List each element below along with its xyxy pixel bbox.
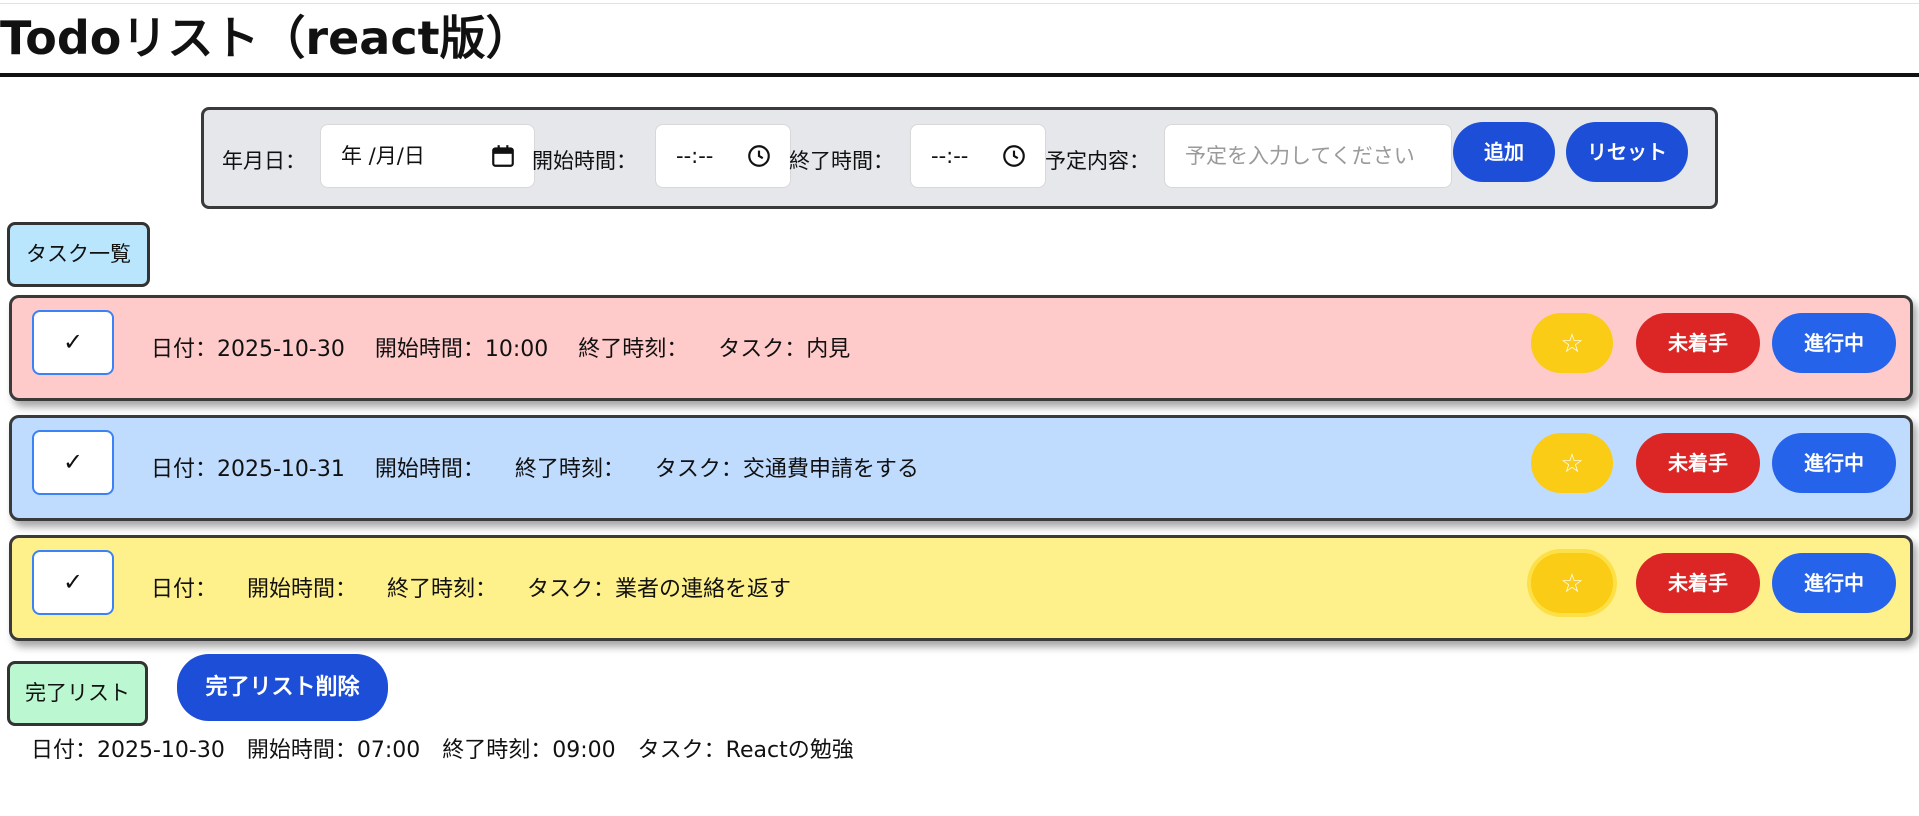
- star-button[interactable]: ☆: [1531, 313, 1613, 373]
- date-input-text: 年 /月/日: [341, 144, 425, 168]
- task-start-time: 開始時間：: [247, 577, 358, 602]
- task-date: 日付：: [151, 577, 218, 602]
- content-label: 予定内容：: [1045, 149, 1150, 173]
- clock-icon[interactable]: [1001, 143, 1027, 169]
- start-time-input[interactable]: --:--: [655, 124, 791, 188]
- task-end-time: 終了時刻：: [514, 457, 625, 482]
- calendar-icon[interactable]: [490, 143, 516, 169]
- task-content: タスク：業者の連絡を返す: [527, 577, 792, 602]
- not-started-button[interactable]: 未着手: [1636, 433, 1760, 493]
- task-details: 日付： 開始時間： 終了時刻： タスク：業者の連絡を返す: [151, 577, 821, 603]
- task-card: ✓ 日付： 開始時間： 終了時刻： タスク：業者の連絡を返す ☆ 未着手 進行中: [9, 535, 1913, 641]
- top-border: [0, 3, 1919, 4]
- task-details: 日付：2025-10-30 開始時間：10:00 終了時刻： タスク：内見: [151, 337, 880, 363]
- end-time-label: 終了時間：: [789, 149, 894, 173]
- complete-checkbox[interactable]: ✓: [32, 310, 114, 375]
- task-start-time: 開始時間：: [374, 457, 485, 482]
- star-button[interactable]: ☆: [1531, 433, 1613, 493]
- done-start-time: 開始時間：07:00: [246, 738, 421, 763]
- done-list-label: 完了リスト: [7, 661, 148, 726]
- clear-done-button[interactable]: 完了リスト削除: [177, 654, 388, 721]
- start-time-label: 開始時間：: [532, 149, 637, 173]
- task-list-label: タスク一覧: [7, 222, 150, 287]
- end-time-text: --:--: [931, 144, 969, 168]
- task-content: タスク：内見: [718, 337, 851, 362]
- title-divider: [0, 73, 1919, 77]
- task-card: ✓ 日付：2025-10-30 開始時間：10:00 終了時刻： タスク：内見 ☆ 未…: [9, 295, 1913, 401]
- date-input[interactable]: 年 /月/日: [320, 124, 535, 188]
- task-input-form: 年月日： 年 /月/日 開始時間： --:-- 終了時間： --:-- 予定内容…: [201, 107, 1718, 209]
- star-button[interactable]: ☆: [1531, 553, 1613, 613]
- complete-checkbox[interactable]: ✓: [32, 430, 114, 495]
- done-end-time: 終了時刻：09:00: [442, 738, 616, 763]
- task-details: 日付：2025-10-31 開始時間： 終了時刻： タスク：交通費申請をする: [151, 457, 949, 483]
- in-progress-button[interactable]: 進行中: [1772, 313, 1896, 373]
- done-date: 日付：2025-10-30: [31, 738, 225, 763]
- done-task: タスク：Reactの勉強: [637, 738, 854, 763]
- content-input[interactable]: 予定を入力してください: [1164, 124, 1452, 188]
- task-date: 日付：2025-10-30: [151, 337, 345, 362]
- end-time-input[interactable]: --:--: [910, 124, 1046, 188]
- task-end-time: 終了時刻：: [387, 577, 498, 602]
- task-end-time: 終了時刻：: [578, 337, 689, 362]
- reset-button[interactable]: リセット: [1566, 122, 1688, 182]
- done-list-item: 日付：2025-10-30 開始時間：07:00 終了時刻：09:00 タスク：Rea…: [31, 737, 876, 765]
- task-start-time: 開始時間：10:00: [374, 337, 549, 362]
- page-title: Todoリスト（react版）: [0, 11, 532, 65]
- start-time-text: --:--: [676, 144, 714, 168]
- in-progress-button[interactable]: 進行中: [1772, 433, 1896, 493]
- task-date: 日付：2025-10-31: [151, 457, 345, 482]
- not-started-button[interactable]: 未着手: [1636, 313, 1760, 373]
- content-placeholder: 予定を入力してください: [1185, 144, 1415, 168]
- date-label: 年月日：: [222, 149, 306, 173]
- add-button[interactable]: 追加: [1453, 122, 1555, 182]
- complete-checkbox[interactable]: ✓: [32, 550, 114, 615]
- clock-icon[interactable]: [746, 143, 772, 169]
- task-content: タスク：交通費申請をする: [654, 457, 919, 482]
- task-card: ✓ 日付：2025-10-31 開始時間： 終了時刻： タスク：交通費申請をする ☆ …: [9, 415, 1913, 521]
- not-started-button[interactable]: 未着手: [1636, 553, 1760, 613]
- in-progress-button[interactable]: 進行中: [1772, 553, 1896, 613]
